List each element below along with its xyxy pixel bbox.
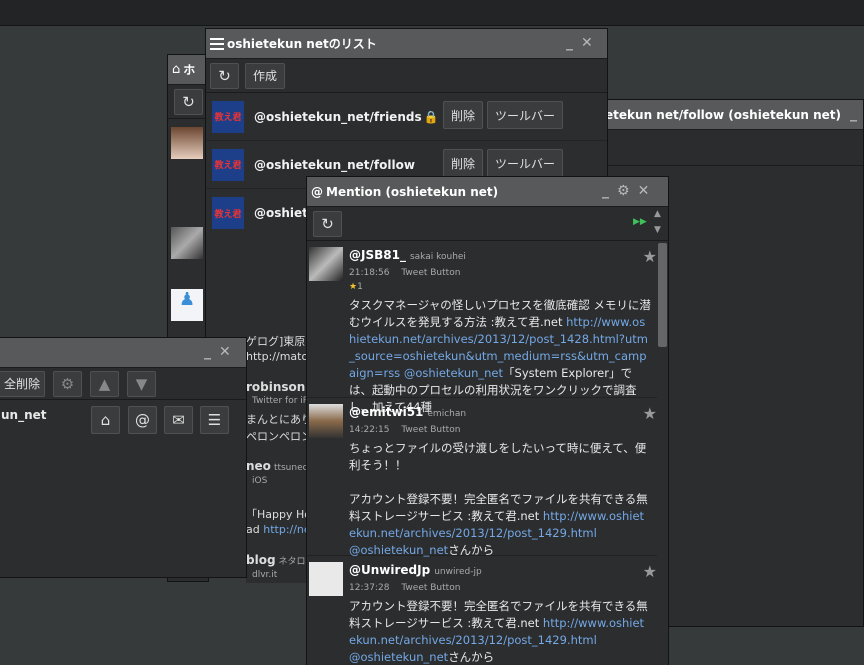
minimize-icon[interactable]: _ <box>566 35 573 51</box>
list-avatar: 教え君 <box>212 197 244 229</box>
tweet-username[interactable]: @JSB81_ <box>349 248 406 262</box>
bg-username: neo ttsuneo <box>246 459 309 473</box>
close-icon[interactable]: ✕ <box>638 183 650 199</box>
tweet-time: 14:22:15 <box>349 425 390 435</box>
bg-username: robinson <box>246 380 306 394</box>
list-avatar: 教え君 <box>212 100 244 133</box>
bg-via: dlvr.it <box>252 570 278 580</box>
lists-refresh-button[interactable]: ↻ <box>210 62 239 89</box>
tweet-username[interactable]: @emitwi51 <box>349 405 423 419</box>
close-icon[interactable]: ✕ <box>219 344 231 360</box>
mention-scrollbar[interactable] <box>658 243 667 347</box>
list-icon <box>210 37 224 50</box>
list-toolbar-button[interactable]: ツールバー <box>487 149 564 177</box>
bg-link[interactable]: http://mator <box>246 350 310 363</box>
tweet-time: 21:18:56 <box>349 268 390 278</box>
tweet-via: Tweet Button <box>401 583 461 593</box>
at-icon: @ <box>311 184 323 199</box>
tweet-via: Tweet Button <box>401 425 461 435</box>
background-timeline: ゲログ]東原日 http://mator robinson Twitter fo… <box>246 333 310 583</box>
home-timeline-button[interactable]: ⌂ <box>91 406 120 434</box>
home-avatar-3: ♟ <box>171 289 203 321</box>
minimize-icon[interactable]: _ <box>850 106 857 122</box>
tweet-avatar <box>309 247 343 281</box>
bg-text: ad http://ne <box>246 523 310 536</box>
tweet-text: アカウント登録不要！完全匿名でファイルを共有できる無料ストレージサービス :教え… <box>349 599 648 664</box>
home-avatar-2 <box>171 227 203 259</box>
tweet-mention[interactable]: @oshietekun_net <box>349 650 448 664</box>
home-avatar-1 <box>171 127 203 159</box>
message-button[interactable]: ✉ <box>164 406 193 434</box>
auto-update-icon[interactable]: ▶▶ <box>633 217 647 227</box>
list-item[interactable]: 教え君 @oshietekun_net/friends 🔒 削除 ツールバー <box>206 93 607 141</box>
home-refresh-button[interactable]: ↻ <box>174 88 203 115</box>
bg-text: ゲログ]東原日 <box>246 335 310 348</box>
favorite-star-icon[interactable]: ★ <box>643 404 657 423</box>
account-titlebar[interactable]: _ ✕ <box>0 338 246 368</box>
lock-icon: 🔒 <box>423 109 439 124</box>
settings-icon[interactable]: ⚙ <box>617 183 630 199</box>
tweet-mention[interactable]: @oshietekun_net <box>349 543 448 557</box>
desktop-top-bar <box>0 0 864 26</box>
scroll-up-icon[interactable]: ▲ <box>654 209 661 219</box>
list-delete-button[interactable]: 削除 <box>443 101 484 129</box>
tweet-item[interactable]: @UnwiredJp unwired-jp 12:37:28 Tweet Butto… <box>307 556 657 665</box>
list-name: @oshietekun_net/friends <box>254 109 422 124</box>
fav-count: ★1 <box>349 282 363 292</box>
follow-title: oshietekun net/follow (oshietekun net) <box>577 107 841 122</box>
list-avatar: 教え君 <box>212 148 244 181</box>
account-name: un_net <box>1 408 47 422</box>
mention-refresh-button[interactable]: ↻ <box>313 210 342 237</box>
mention-window: @ Mention (oshietekun net) _ ⚙ ✕ ↻ ▶▶ ▲ … <box>306 176 669 665</box>
mention-titlebar[interactable]: @ Mention (oshietekun net) _ ⚙ ✕ <box>307 177 668 207</box>
lists-button[interactable]: ☰ <box>200 406 229 434</box>
home-title: ホ <box>183 63 196 77</box>
mention-button[interactable]: @ <box>128 406 157 434</box>
tweet-item[interactable]: @JSB81_ sakai kouhei 21:18:56 Tweet Button… <box>307 241 657 414</box>
lists-title: oshietekun netのリスト <box>227 37 377 51</box>
list-delete-button[interactable]: 削除 <box>443 149 484 177</box>
home-titlebar[interactable]: ⌂ ホ <box>168 55 208 85</box>
bg-via: iOS <box>252 476 268 486</box>
tweet-screenname: emichan <box>427 409 467 419</box>
list-name: @oshietekun_net/follow <box>254 157 415 172</box>
minimize-icon[interactable]: _ <box>204 344 211 360</box>
favorite-star-icon[interactable]: ★ <box>643 562 657 581</box>
create-list-button[interactable]: 作成 <box>245 62 286 89</box>
bg-via: Twitter for iP <box>252 396 309 406</box>
tweet-screenname: unwired-jp <box>434 567 482 577</box>
bg-text: ペロンペロン <box>246 430 310 443</box>
tweet-avatar <box>309 562 343 596</box>
bg-username: blogネタログ <box>246 553 310 567</box>
tweet-username[interactable]: @UnwiredJp <box>349 563 430 577</box>
tweet-screenname: sakai kouhei <box>409 252 466 262</box>
move-up-button[interactable]: ▲ <box>90 370 120 397</box>
home-icon: ⌂ <box>172 62 181 77</box>
move-down-button[interactable]: ▼ <box>127 370 157 397</box>
tweet-mention[interactable]: @oshietekun_net <box>404 366 503 380</box>
lists-titlebar[interactable]: oshietekun netのリスト _ ✕ <box>206 29 607 59</box>
delete-all-button[interactable]: 全削除 <box>0 370 46 397</box>
bg-text: 「Happy Hol <box>246 508 310 521</box>
tweet-avatar <box>309 404 343 438</box>
account-window: _ ✕ 全削除 ⚙ ▲ ▼ un_net ⌂ @ ✉ ☰ <box>0 337 247 578</box>
mention-title: Mention (oshietekun net) <box>326 184 499 199</box>
list-toolbar-button[interactable]: ツールバー <box>487 101 564 129</box>
tweet-text: ちょっとファイルの受け渡しをしたいって時に便えて、便利そう！！ <box>349 441 647 472</box>
tweet-list: @JSB81_ sakai kouhei 21:18:56 Tweet Button… <box>307 241 657 665</box>
close-icon[interactable]: ✕ <box>581 35 593 51</box>
bg-text: まんとにあり <box>246 413 310 426</box>
favorite-star-icon[interactable]: ★ <box>643 247 657 266</box>
tweet-via: Tweet Button <box>401 268 461 278</box>
tweet-item[interactable]: @emitwi51 emichan 14:22:15 Tweet Button ちょ… <box>307 398 657 557</box>
tweet-time: 12:37:28 <box>349 583 390 593</box>
scroll-down-icon[interactable]: ▼ <box>654 225 661 235</box>
settings-button[interactable]: ⚙ <box>53 370 83 397</box>
tweet-text: アカウント登録不要！完全匿名でファイルを共有できる無料ストレージサービス :教え… <box>349 492 648 557</box>
minimize-icon[interactable]: _ <box>602 183 609 199</box>
